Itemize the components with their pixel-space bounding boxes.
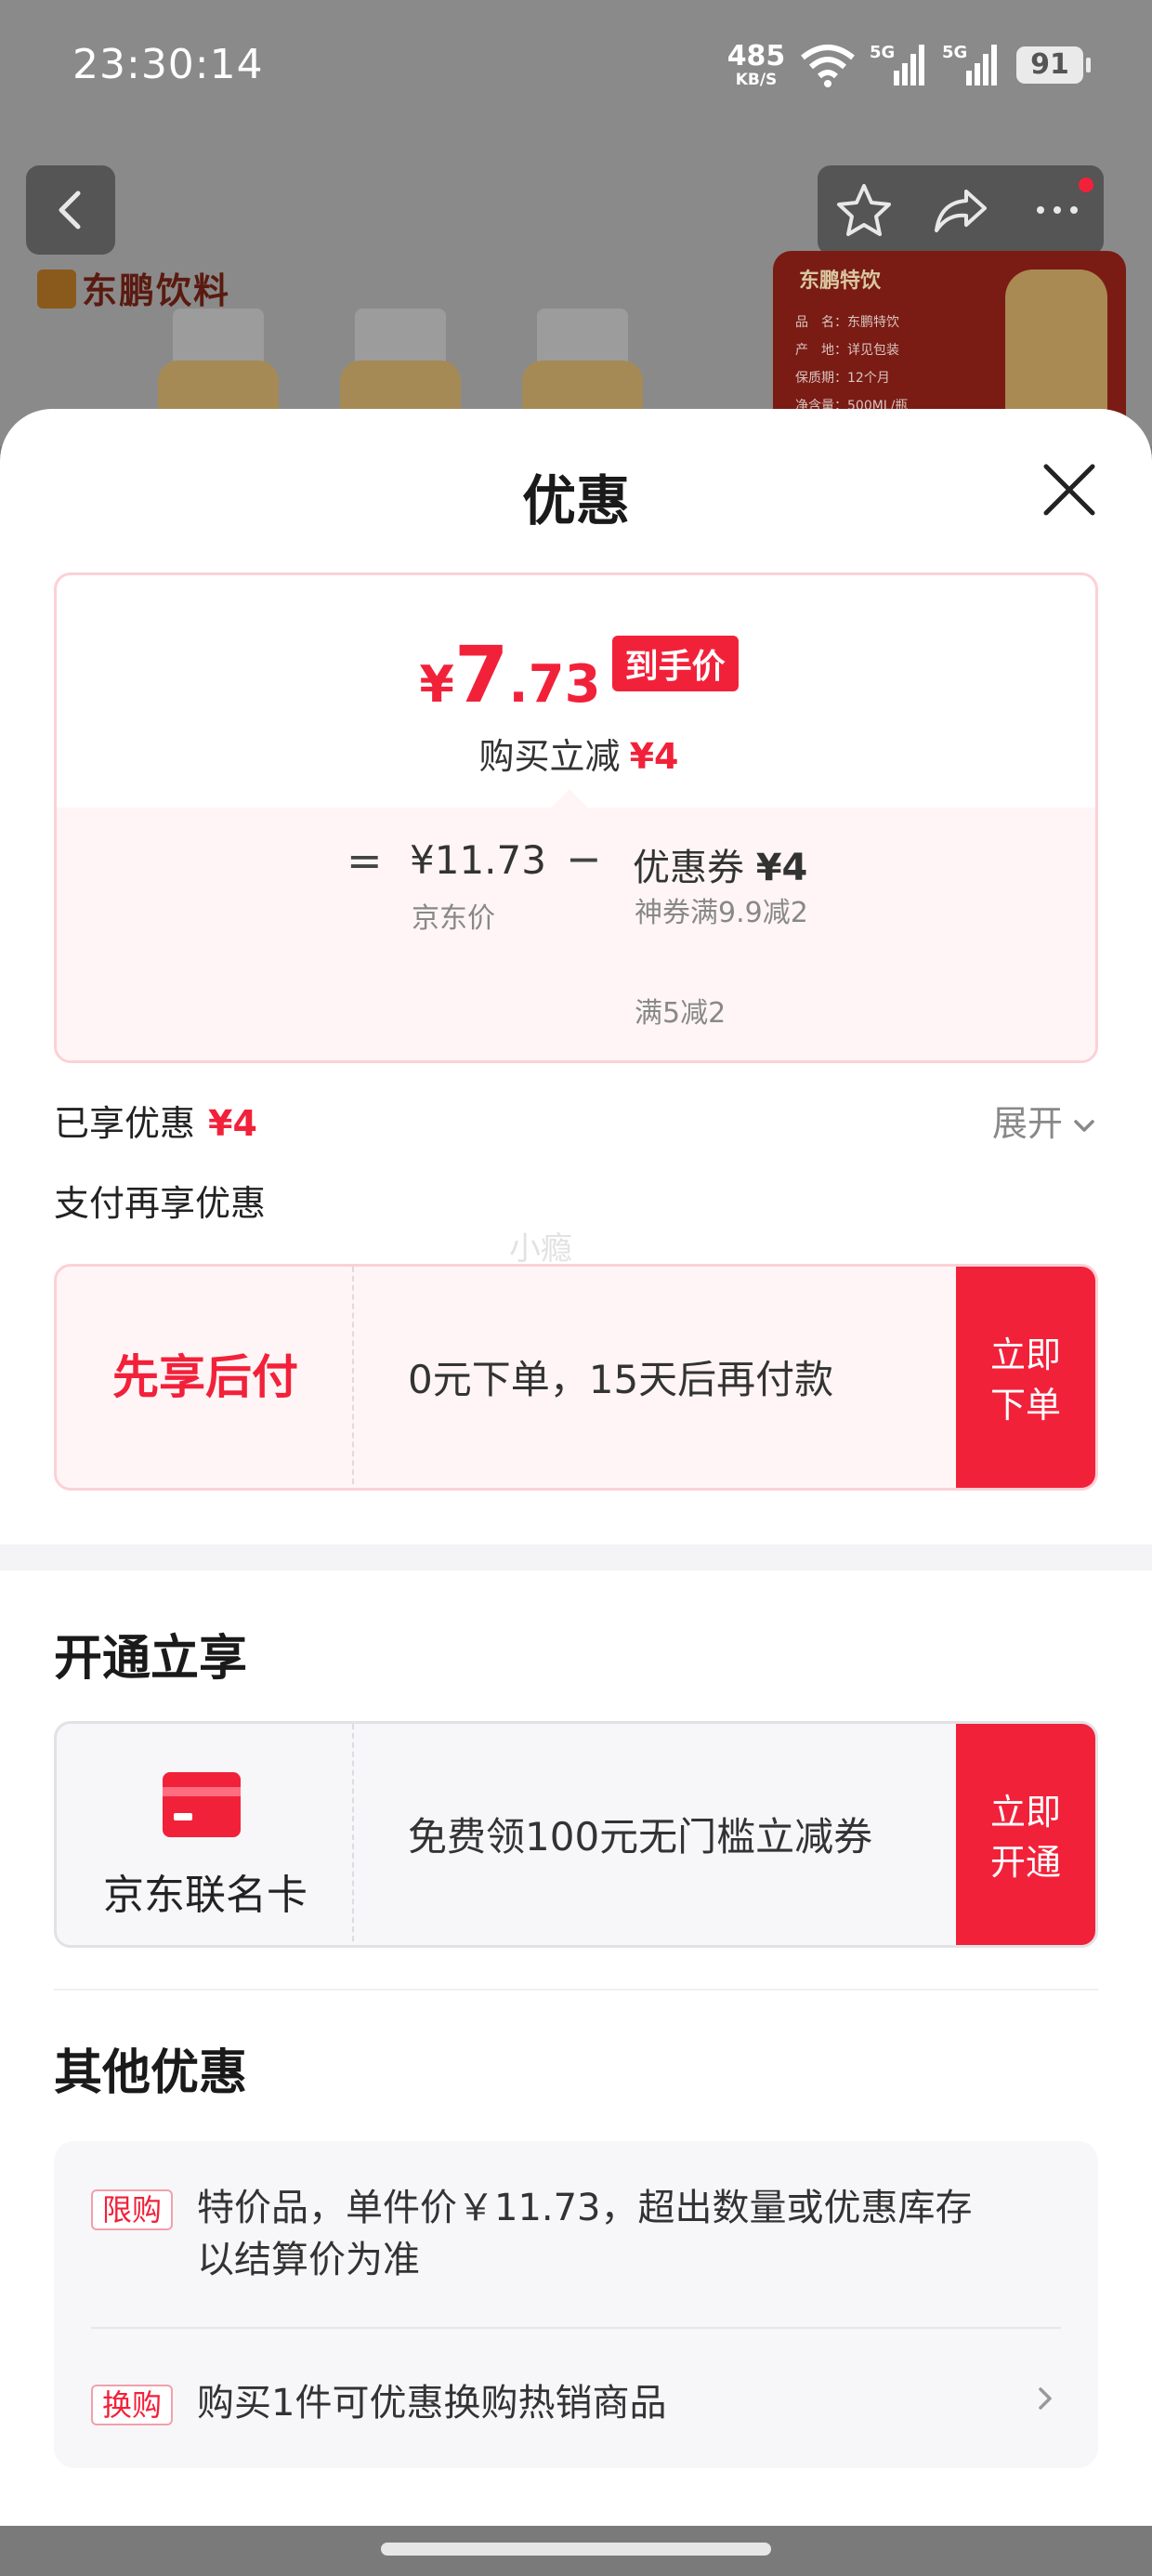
bnpl-title-cell: 先享后付 [57, 1267, 354, 1488]
net-speed-unit: KB/S [735, 71, 778, 89]
signal-icon-2: 5G [942, 43, 1000, 87]
open-section-title: 开通立享 [54, 1631, 248, 1687]
sheet-title: 优惠 [521, 469, 630, 532]
back-button[interactable] [26, 165, 115, 255]
coupon-detail: 满5减2 [635, 997, 727, 1030]
coupon-amount: ¥4 [755, 847, 808, 889]
base-price: ¥11.73 [410, 837, 546, 883]
limit-purchase-tag: 限购 [91, 2189, 174, 2230]
home-indicator[interactable] [381, 2543, 771, 2556]
bnpl-card[interactable]: 先享后付 0元下单，15天后再付款 立即 下单 [54, 1264, 1098, 1491]
open-now-label-1: 立即 [989, 1792, 1061, 1833]
spec-row: 保质期：12个月 [795, 371, 890, 386]
minus-sign: − [566, 834, 602, 884]
price-formula: = ¥11.73 京东价 − 优惠券 ¥4 神券满9.9减2 满5减2 [57, 808, 1095, 1060]
coupon-label: 优惠券 [633, 847, 744, 889]
final-price: ¥7.73 到手价 [57, 629, 1095, 720]
status-time: 23:30:14 [72, 41, 264, 88]
discount-sheet: 优惠 ¥7.73 到手价 购买立减 ¥4 = ¥11.73 京东价 − 优惠券 ¥4… [0, 409, 1152, 2526]
close-button[interactable] [1039, 459, 1100, 520]
enjoyed-amount: ¥4 [208, 1103, 257, 1144]
limit-purchase-text-line: 以结算价为准 [197, 2239, 420, 2281]
cobrand-card-name: 京东联名卡 [103, 1872, 308, 1919]
other-discounts: 限购 特价品，单件价￥11.73，超出数量或优惠库存 以结算价为准 换购 购买1… [54, 2141, 1098, 2468]
share-button[interactable] [914, 165, 1007, 255]
trade-in-row[interactable]: 换购 购买1件可优惠换购热销商品 [54, 2329, 1098, 2468]
purchase-reduce: 购买立减 ¥4 [57, 728, 1095, 779]
expand-label: 展开 [991, 1103, 1063, 1144]
background-page: 23:30:14 485 KB/S 5G 5G 91 东鹏饮料 东鹏特饮 品 名… [0, 0, 1152, 446]
open-now-label-2: 开通 [989, 1842, 1061, 1883]
close-icon [1043, 464, 1095, 516]
spec-row: 品 名：东鹏特饮 [795, 315, 899, 330]
price-decimal: .73 [508, 654, 601, 715]
trade-in-tag: 换购 [91, 2385, 174, 2425]
battery-level: 91 [1030, 48, 1069, 81]
final-price-tag: 到手价 [611, 636, 739, 691]
price-currency: ¥ [419, 655, 454, 714]
watermark: 小瘾 [509, 1230, 572, 1268]
divider [54, 1989, 1098, 1991]
order-now-button[interactable]: 立即 下单 [956, 1267, 1095, 1488]
notification-dot [1076, 175, 1096, 195]
enjoyed-label: 已享优惠 [54, 1103, 196, 1144]
share-icon [935, 190, 987, 232]
enjoyed-discount: 已享优惠 ¥4 [54, 1095, 257, 1146]
limit-purchase-text: 特价品，单件价￥11.73，超出数量或优惠库存 以结算价为准 [197, 2182, 973, 2286]
expand-button[interactable]: 展开 [992, 1095, 1098, 1146]
brand-logo: 东鹏饮料 [37, 262, 230, 313]
chevron-right-icon [1039, 2387, 1052, 2410]
net-speed: 485 KB/S [727, 43, 786, 88]
net-speed-value: 485 [727, 40, 786, 72]
chevron-down-icon [1074, 1119, 1094, 1132]
cobrand-card-cell: 京东联名卡 [57, 1724, 354, 1945]
status-bar: 23:30:14 485 KB/S 5G 5G 91 [0, 0, 1152, 139]
wifi-icon [801, 45, 855, 87]
limit-purchase-text-line: 特价品，单件价￥11.73，超出数量或优惠库存 [197, 2187, 973, 2229]
section-divider [0, 1544, 1152, 1571]
spec-row: 产 地：详见包装 [795, 343, 899, 358]
signal-icon-1: 5G [870, 43, 927, 87]
brand-name: 东鹏饮料 [82, 270, 231, 311]
chevron-left-icon [59, 191, 81, 230]
final-price-summary: ¥7.73 到手价 购买立减 ¥4 [57, 575, 1095, 808]
final-price-card: ¥7.73 到手价 购买立减 ¥4 = ¥11.73 京东价 − 优惠券 ¥4 神券… [54, 572, 1098, 1063]
reduce-amount: ¥4 [629, 736, 679, 777]
trade-in-text: 购买1件可优惠换购热销商品 [197, 2382, 667, 2425]
cobrand-card-offer[interactable]: 京东联名卡 免费领100元无门槛立减券 立即 开通 [54, 1721, 1098, 1948]
gesture-bar [0, 2526, 1152, 2576]
header-actions [818, 165, 1104, 255]
star-icon [837, 184, 891, 236]
pay-section-label: 支付再享优惠 [54, 1183, 267, 1224]
equals-sign: = [347, 835, 383, 886]
favorite-button[interactable] [818, 165, 910, 255]
other-section-title: 其他优惠 [54, 2045, 248, 2101]
coupon-deduction: 优惠券 ¥4 [633, 837, 807, 891]
coupon-detail: 神券满9.9减2 [635, 897, 808, 929]
bnpl-title: 先享后付 [112, 1350, 298, 1404]
battery-icon: 91 [1016, 46, 1091, 84]
cobrand-card-description: 免费领100元无门槛立减券 [408, 1814, 873, 1860]
reduce-label: 购买立减 [478, 736, 621, 777]
order-now-label-2: 下单 [989, 1385, 1061, 1426]
brand-mark-icon [37, 269, 76, 309]
order-now-label-1: 立即 [989, 1334, 1061, 1375]
more-button[interactable] [1011, 165, 1104, 255]
credit-card-icon [163, 1772, 241, 1837]
spec-title: 东鹏特饮 [799, 269, 882, 293]
price-integer: 7 [453, 629, 509, 720]
bnpl-description: 0元下单，15天后再付款 [408, 1357, 834, 1402]
base-price-label: 京东价 [412, 902, 495, 935]
open-now-button[interactable]: 立即 开通 [956, 1724, 1095, 1945]
